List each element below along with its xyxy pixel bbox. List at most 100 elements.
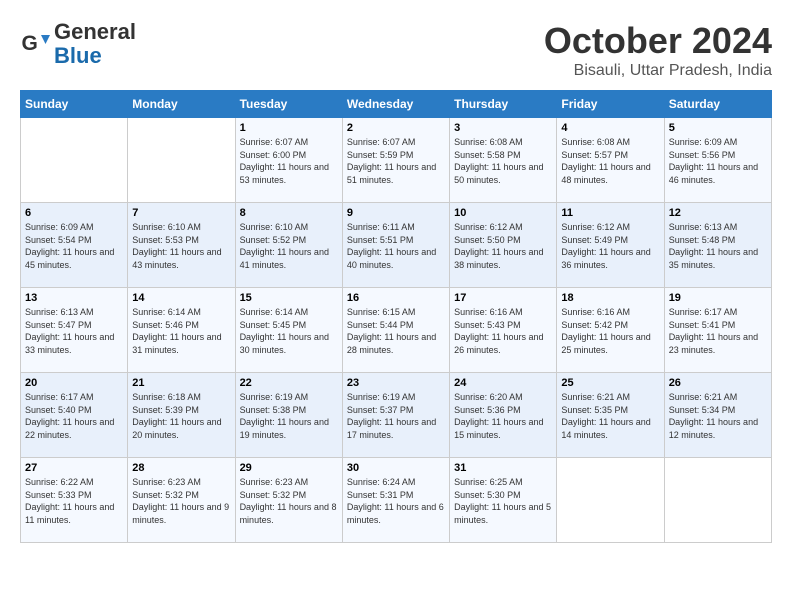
day-number: 1: [240, 122, 338, 134]
day-header-monday: Monday: [128, 91, 235, 118]
day-detail: Sunrise: 6:08 AM Sunset: 5:57 PM Dayligh…: [561, 136, 659, 186]
calendar-cell: 22 Sunrise: 6:19 AM Sunset: 5:38 PM Dayli…: [235, 373, 342, 458]
day-number: 11: [561, 207, 659, 219]
day-number: 15: [240, 292, 338, 304]
day-number: 29: [240, 462, 338, 474]
day-header-wednesday: Wednesday: [342, 91, 449, 118]
calendar-week-row: 6 Sunrise: 6:09 AM Sunset: 5:54 PM Daylig…: [21, 203, 772, 288]
calendar-cell: 6 Sunrise: 6:09 AM Sunset: 5:54 PM Daylig…: [21, 203, 128, 288]
day-detail: Sunrise: 6:21 AM Sunset: 5:34 PM Dayligh…: [669, 391, 767, 441]
calendar-cell: 2 Sunrise: 6:07 AM Sunset: 5:59 PM Daylig…: [342, 118, 449, 203]
day-detail: Sunrise: 6:25 AM Sunset: 5:30 PM Dayligh…: [454, 476, 552, 526]
day-detail: Sunrise: 6:10 AM Sunset: 5:52 PM Dayligh…: [240, 221, 338, 271]
day-number: 25: [561, 377, 659, 389]
page-header: G General Blue October 2024 Bisauli, Utt…: [20, 20, 772, 80]
day-number: 18: [561, 292, 659, 304]
day-detail: Sunrise: 6:23 AM Sunset: 5:32 PM Dayligh…: [132, 476, 230, 526]
logo: G General Blue: [20, 20, 136, 68]
calendar-cell: 4Sunrise: 6:08 AM Sunset: 5:57 PM Daylig…: [557, 118, 664, 203]
calendar-cell: 3Sunrise: 6:08 AM Sunset: 5:58 PM Daylig…: [450, 118, 557, 203]
title-block: October 2024 Bisauli, Uttar Pradesh, Ind…: [544, 20, 772, 80]
calendar-cell: 21 Sunrise: 6:18 AM Sunset: 5:39 PM Dayli…: [128, 373, 235, 458]
calendar-cell: 23 Sunrise: 6:19 AM Sunset: 5:37 PM Dayli…: [342, 373, 449, 458]
day-detail: Sunrise: 6:07 AM Sunset: 6:00 PM Dayligh…: [240, 136, 338, 186]
day-number: 27: [25, 462, 123, 474]
calendar-cell: 1 Sunrise: 6:07 AM Sunset: 6:00 PM Daylig…: [235, 118, 342, 203]
calendar-cell: [128, 118, 235, 203]
calendar-cell: 14 Sunrise: 6:14 AM Sunset: 5:46 PM Dayli…: [128, 288, 235, 373]
day-detail: Sunrise: 6:19 AM Sunset: 5:37 PM Dayligh…: [347, 391, 445, 441]
day-number: 8: [240, 207, 338, 219]
calendar-cell: 5 Sunrise: 6:09 AM Sunset: 5:56 PM Daylig…: [664, 118, 771, 203]
day-detail: Sunrise: 6:09 AM Sunset: 5:54 PM Dayligh…: [25, 221, 123, 271]
calendar-cell: 19 Sunrise: 6:17 AM Sunset: 5:41 PM Dayli…: [664, 288, 771, 373]
day-detail: Sunrise: 6:21 AM Sunset: 5:35 PM Dayligh…: [561, 391, 659, 441]
day-detail: Sunrise: 6:17 AM Sunset: 5:41 PM Dayligh…: [669, 306, 767, 356]
day-header-sunday: Sunday: [21, 91, 128, 118]
day-number: 17: [454, 292, 552, 304]
day-number: 19: [669, 292, 767, 304]
calendar-cell: 10Sunrise: 6:12 AM Sunset: 5:50 PM Dayli…: [450, 203, 557, 288]
calendar-week-row: 1 Sunrise: 6:07 AM Sunset: 6:00 PM Daylig…: [21, 118, 772, 203]
day-header-tuesday: Tuesday: [235, 91, 342, 118]
calendar-cell: 15 Sunrise: 6:14 AM Sunset: 5:45 PM Dayli…: [235, 288, 342, 373]
svg-text:G: G: [22, 32, 38, 55]
calendar-cell: 13Sunrise: 6:13 AM Sunset: 5:47 PM Dayli…: [21, 288, 128, 373]
calendar-cell: [664, 458, 771, 543]
calendar-cell: 18 Sunrise: 6:16 AM Sunset: 5:42 PM Dayli…: [557, 288, 664, 373]
day-number: 20: [25, 377, 123, 389]
calendar-table: SundayMondayTuesdayWednesdayThursdayFrid…: [20, 90, 772, 543]
day-number: 14: [132, 292, 230, 304]
day-number: 22: [240, 377, 338, 389]
calendar-cell: [21, 118, 128, 203]
calendar-cell: 16Sunrise: 6:15 AM Sunset: 5:44 PM Dayli…: [342, 288, 449, 373]
day-detail: Sunrise: 6:23 AM Sunset: 5:32 PM Dayligh…: [240, 476, 338, 526]
day-detail: Sunrise: 6:09 AM Sunset: 5:56 PM Dayligh…: [669, 136, 767, 186]
day-number: 23: [347, 377, 445, 389]
day-number: 12: [669, 207, 767, 219]
day-number: 26: [669, 377, 767, 389]
month-title: October 2024: [544, 20, 772, 62]
day-detail: Sunrise: 6:13 AM Sunset: 5:48 PM Dayligh…: [669, 221, 767, 271]
day-detail: Sunrise: 6:16 AM Sunset: 5:42 PM Dayligh…: [561, 306, 659, 356]
day-detail: Sunrise: 6:12 AM Sunset: 5:49 PM Dayligh…: [561, 221, 659, 271]
day-detail: Sunrise: 6:22 AM Sunset: 5:33 PM Dayligh…: [25, 476, 123, 526]
day-number: 21: [132, 377, 230, 389]
day-number: 6: [25, 207, 123, 219]
calendar-cell: [557, 458, 664, 543]
day-detail: Sunrise: 6:13 AM Sunset: 5:47 PM Dayligh…: [25, 306, 123, 356]
day-number: 31: [454, 462, 552, 474]
day-detail: Sunrise: 6:08 AM Sunset: 5:58 PM Dayligh…: [454, 136, 552, 186]
calendar-week-row: 13Sunrise: 6:13 AM Sunset: 5:47 PM Dayli…: [21, 288, 772, 373]
day-detail: Sunrise: 6:20 AM Sunset: 5:36 PM Dayligh…: [454, 391, 552, 441]
day-detail: Sunrise: 6:07 AM Sunset: 5:59 PM Dayligh…: [347, 136, 445, 186]
calendar-cell: 25 Sunrise: 6:21 AM Sunset: 5:35 PM Dayli…: [557, 373, 664, 458]
day-detail: Sunrise: 6:10 AM Sunset: 5:53 PM Dayligh…: [132, 221, 230, 271]
location: Bisauli, Uttar Pradesh, India: [544, 62, 772, 80]
day-detail: Sunrise: 6:11 AM Sunset: 5:51 PM Dayligh…: [347, 221, 445, 271]
calendar-week-row: 27 Sunrise: 6:22 AM Sunset: 5:33 PM Dayli…: [21, 458, 772, 543]
day-number: 2: [347, 122, 445, 134]
day-detail: Sunrise: 6:14 AM Sunset: 5:45 PM Dayligh…: [240, 306, 338, 356]
calendar-cell: 28 Sunrise: 6:23 AM Sunset: 5:32 PM Dayli…: [128, 458, 235, 543]
day-detail: Sunrise: 6:14 AM Sunset: 5:46 PM Dayligh…: [132, 306, 230, 356]
day-number: 5: [669, 122, 767, 134]
day-detail: Sunrise: 6:12 AM Sunset: 5:50 PM Dayligh…: [454, 221, 552, 271]
day-detail: Sunrise: 6:17 AM Sunset: 5:40 PM Dayligh…: [25, 391, 123, 441]
day-number: 24: [454, 377, 552, 389]
calendar-cell: 29 Sunrise: 6:23 AM Sunset: 5:32 PM Dayli…: [235, 458, 342, 543]
calendar-body: 1 Sunrise: 6:07 AM Sunset: 6:00 PM Daylig…: [21, 118, 772, 543]
day-detail: Sunrise: 6:18 AM Sunset: 5:39 PM Dayligh…: [132, 391, 230, 441]
day-header-thursday: Thursday: [450, 91, 557, 118]
day-number: 16: [347, 292, 445, 304]
calendar-cell: 11 Sunrise: 6:12 AM Sunset: 5:49 PM Dayli…: [557, 203, 664, 288]
logo-icon: G: [20, 29, 50, 59]
calendar-cell: 31 Sunrise: 6:25 AM Sunset: 5:30 PM Dayli…: [450, 458, 557, 543]
calendar-cell: 9Sunrise: 6:11 AM Sunset: 5:51 PM Daylig…: [342, 203, 449, 288]
day-detail: Sunrise: 6:16 AM Sunset: 5:43 PM Dayligh…: [454, 306, 552, 356]
day-number: 28: [132, 462, 230, 474]
day-detail: Sunrise: 6:19 AM Sunset: 5:38 PM Dayligh…: [240, 391, 338, 441]
calendar-cell: 26 Sunrise: 6:21 AM Sunset: 5:34 PM Dayli…: [664, 373, 771, 458]
calendar-header-row: SundayMondayTuesdayWednesdayThursdayFrid…: [21, 91, 772, 118]
calendar-cell: 24 Sunrise: 6:20 AM Sunset: 5:36 PM Dayli…: [450, 373, 557, 458]
